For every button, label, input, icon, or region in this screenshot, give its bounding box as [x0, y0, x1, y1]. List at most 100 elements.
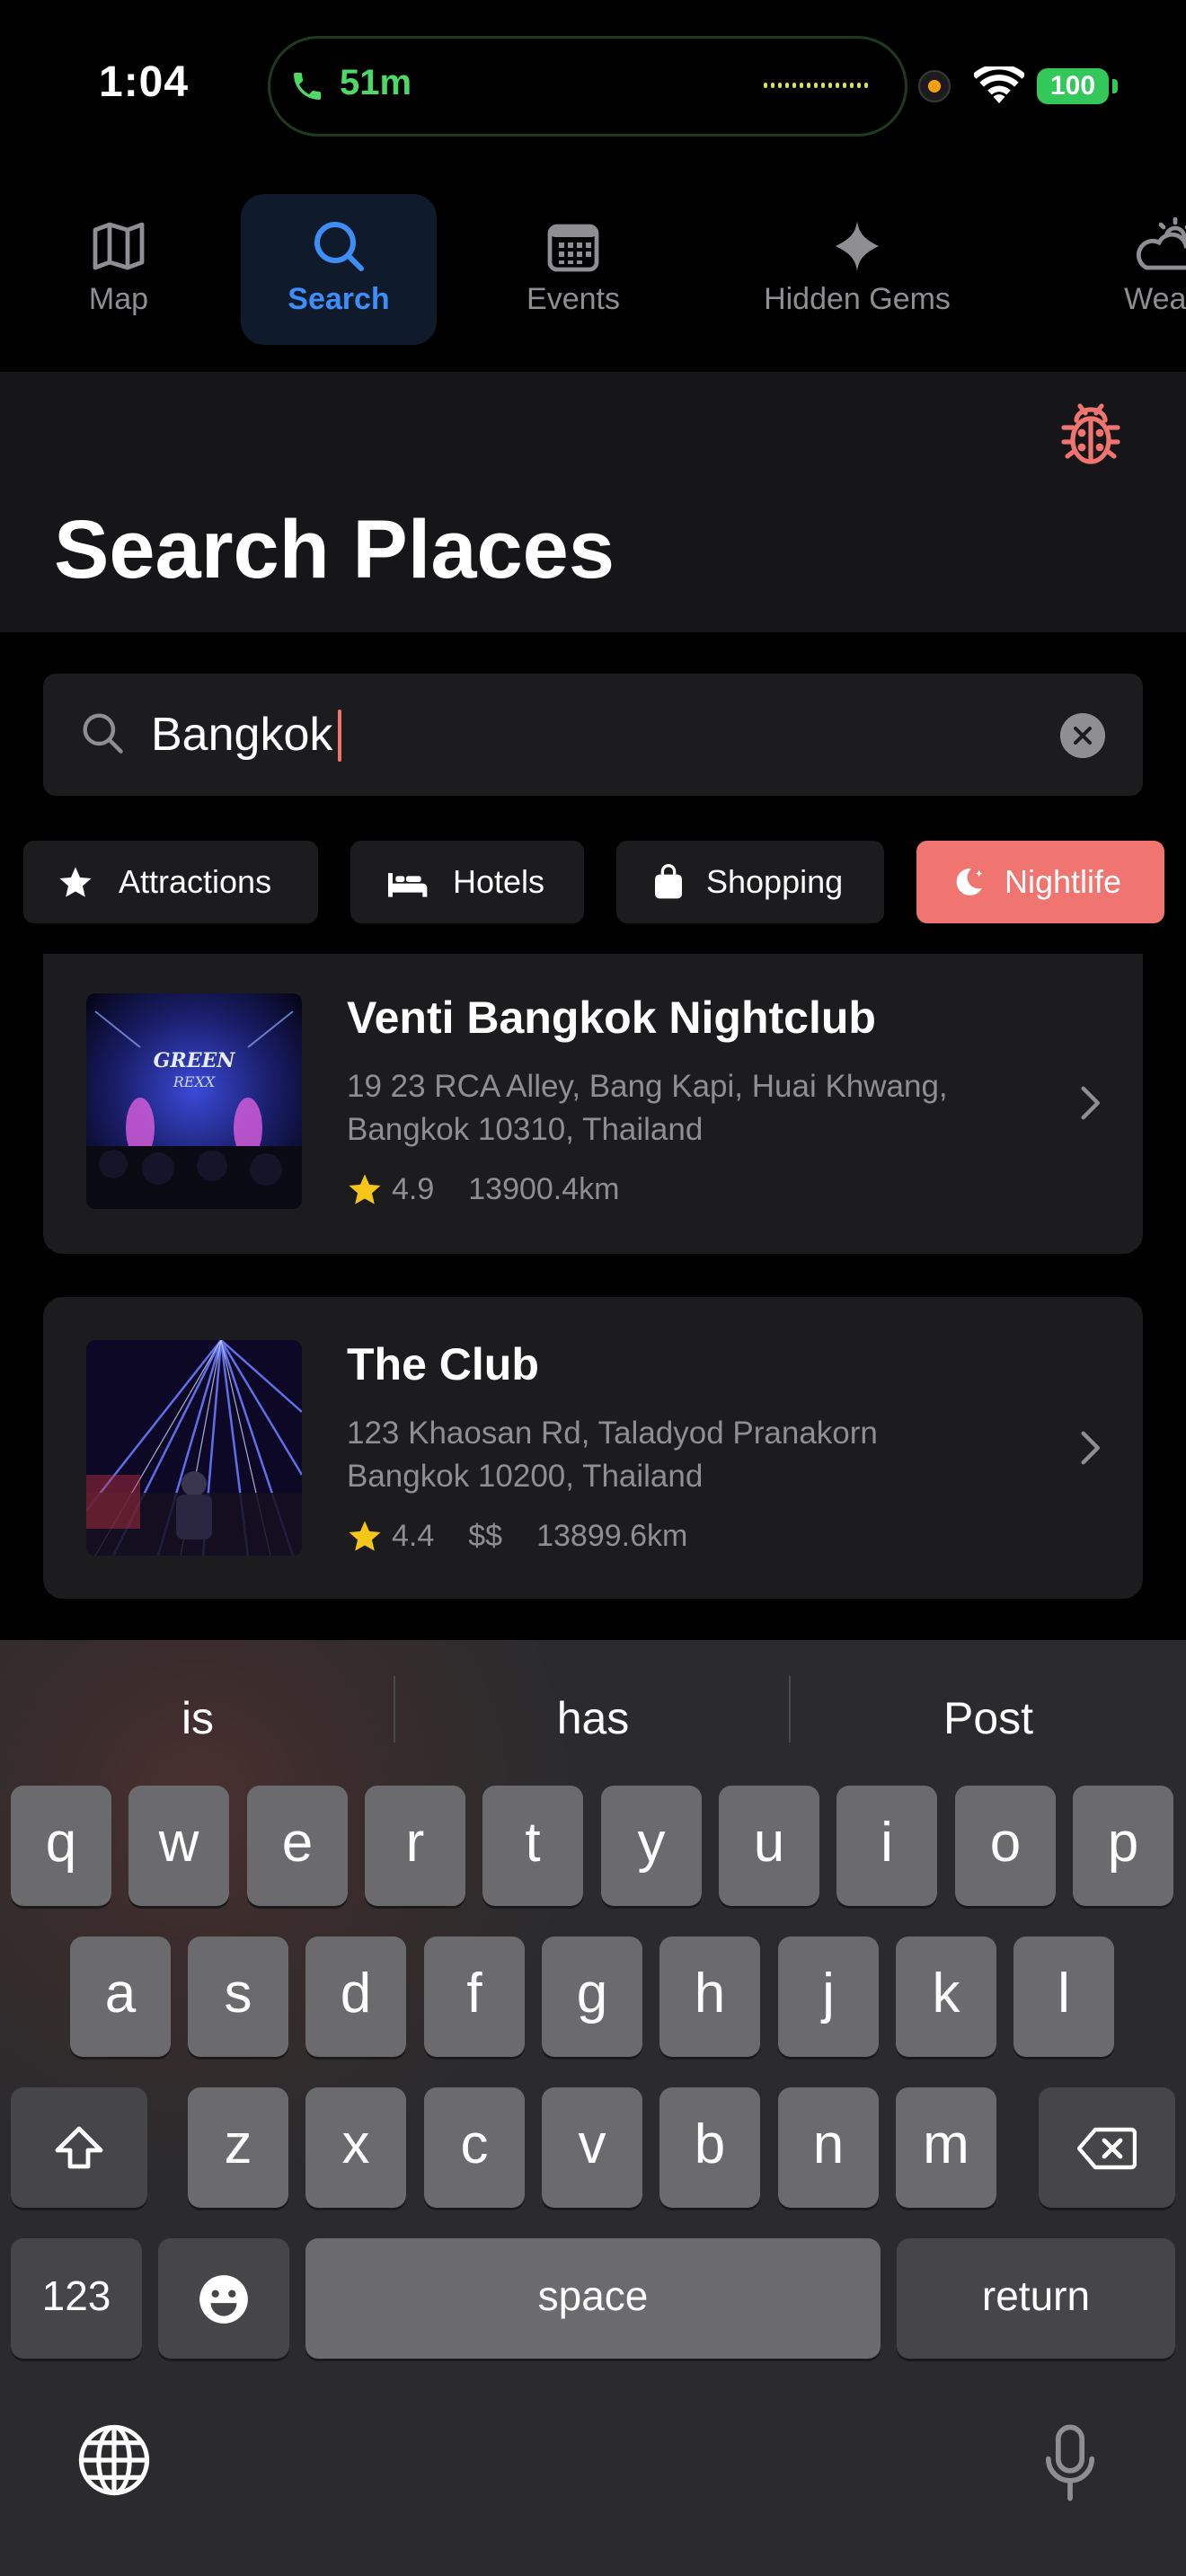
key[interactable]: b — [659, 2087, 760, 2208]
star-icon — [349, 1521, 381, 1551]
bed-icon — [388, 873, 428, 897]
key[interactable]: c — [424, 2087, 525, 2208]
category-chip-nightlife[interactable]: Nightlife — [916, 841, 1164, 923]
key[interactable]: o — [955, 1786, 1056, 1906]
suggestion-item[interactable]: Post — [791, 1687, 1186, 1750]
place-card[interactable]: GREEN REXX Venti Bangkok Nightclub 19 23… — [43, 954, 1143, 1254]
moon-icon — [956, 868, 983, 895]
place-thumbnail: GREEN REXX — [86, 993, 302, 1209]
star-icon — [59, 867, 92, 897]
place-rating: 4.9 — [392, 1171, 435, 1206]
key[interactable]: q — [11, 1786, 111, 1906]
key[interactable]: a — [70, 1936, 171, 2057]
svg-text:REXX: REXX — [173, 1073, 216, 1090]
tab-search[interactable]: Search — [241, 194, 437, 345]
search-icon — [314, 222, 364, 271]
place-meta: 4.9 13900.4km — [347, 1171, 620, 1207]
keyboard: is has Post q w e r t y u i o p a s d f … — [0, 1640, 1186, 2576]
results-list[interactable]: GREEN REXX Venti Bangkok Nightclub 19 23… — [0, 954, 1186, 1640]
place-distance: 13899.6km — [536, 1518, 688, 1553]
key[interactable]: m — [896, 2087, 996, 2208]
place-thumbnail — [86, 1340, 302, 1556]
tab-hidden-gems[interactable]: Hidden Gems — [744, 194, 970, 345]
tab-label: Weath — [1124, 282, 1186, 316]
numbers-key[interactable]: 123 — [11, 2238, 142, 2359]
return-key[interactable]: return — [897, 2238, 1175, 2359]
key[interactable]: s — [188, 1936, 288, 2057]
tab-label: Map — [88, 282, 149, 316]
category-chip-hotels[interactable]: Hotels — [350, 841, 584, 923]
key[interactable]: w — [128, 1786, 229, 1906]
key[interactable]: v — [542, 2087, 642, 2208]
status-time: 1:04 — [99, 58, 190, 106]
key[interactable]: p — [1073, 1786, 1173, 1906]
key[interactable]: l — [1013, 1936, 1114, 2057]
shift-icon — [55, 2126, 103, 2169]
wifi-icon — [974, 66, 1024, 103]
map-icon — [93, 222, 145, 270]
waveform-icon — [764, 83, 868, 88]
status-bar: 1:04 51m 100 — [0, 0, 1186, 180]
chevron-right-icon — [1081, 1086, 1100, 1120]
shift-key[interactable] — [11, 2087, 147, 2208]
page-title: Search Places — [54, 504, 615, 595]
top-tab-bar: Map Search Events Hidden Gems Weath — [0, 180, 1186, 372]
key[interactable]: d — [305, 1936, 406, 2057]
phone-icon — [294, 73, 321, 100]
place-name: Venti Bangkok Nightclub — [347, 992, 876, 1043]
emoji-icon — [199, 2274, 248, 2324]
key[interactable]: x — [305, 2087, 406, 2208]
key[interactable]: y — [601, 1786, 702, 1906]
chip-label: Hotels — [453, 863, 545, 900]
text-caret — [338, 710, 341, 762]
microphone-icon[interactable] — [1044, 2423, 1096, 2502]
chip-label: Shopping — [706, 863, 844, 900]
svg-text:GREEN: GREEN — [154, 1049, 236, 1072]
search-input[interactable] — [151, 701, 1031, 769]
battery-tip — [1112, 79, 1118, 93]
place-address: 19 23 RCA Alley, Bang Kapi, Huai Khwang,… — [347, 1069, 948, 1147]
tab-events[interactable]: Events — [500, 194, 647, 345]
call-duration: 51m — [340, 63, 412, 102]
suggestion-item[interactable]: has — [395, 1687, 791, 1750]
key[interactable]: g — [542, 1936, 642, 2057]
globe-icon[interactable] — [75, 2422, 153, 2499]
sparkle-icon — [836, 221, 879, 271]
key[interactable]: h — [659, 1936, 760, 2057]
place-rating: 4.4 — [392, 1518, 435, 1553]
chip-label: Nightlife — [1005, 863, 1122, 900]
place-price: $$ — [468, 1518, 503, 1553]
tab-map[interactable]: Map — [59, 194, 178, 345]
key[interactable]: f — [424, 1936, 525, 2057]
suggestion-item[interactable]: is — [0, 1687, 395, 1750]
place-address: 123 Khaosan Rd, Taladyod Pranakorn Bangk… — [347, 1416, 878, 1494]
emoji-key[interactable] — [158, 2238, 289, 2359]
close-icon[interactable] — [1060, 713, 1105, 758]
category-chip-attractions[interactable]: Attractions — [23, 841, 318, 923]
chip-label: Attractions — [119, 863, 272, 900]
calendar-icon — [547, 224, 599, 272]
category-chip-shopping[interactable]: Shopping — [616, 841, 884, 923]
key[interactable]: n — [778, 2087, 879, 2208]
key[interactable]: j — [778, 1936, 879, 2057]
key[interactable]: k — [896, 1936, 996, 2057]
place-distance: 13900.4km — [468, 1171, 620, 1206]
shopping-bag-icon — [655, 864, 682, 899]
backspace-icon — [1077, 2127, 1137, 2169]
ladybug-icon[interactable] — [1057, 395, 1125, 467]
search-icon — [83, 713, 123, 754]
key[interactable]: e — [247, 1786, 348, 1906]
key[interactable]: i — [836, 1786, 937, 1906]
tab-weather[interactable]: Weath — [1078, 194, 1186, 345]
tab-label: Events — [527, 282, 620, 316]
recording-indicator-icon — [918, 70, 951, 102]
delete-key[interactable] — [1039, 2087, 1175, 2208]
space-key[interactable]: space — [305, 2238, 881, 2359]
key[interactable]: t — [482, 1786, 583, 1906]
key[interactable]: z — [188, 2087, 288, 2208]
place-card[interactable]: The Club 123 Khaosan Rd, Taladyod Pranak… — [43, 1297, 1143, 1599]
key[interactable]: r — [365, 1786, 465, 1906]
key[interactable]: u — [719, 1786, 819, 1906]
battery-indicator: 100 — [1037, 68, 1109, 104]
place-name: The Club — [347, 1339, 539, 1389]
